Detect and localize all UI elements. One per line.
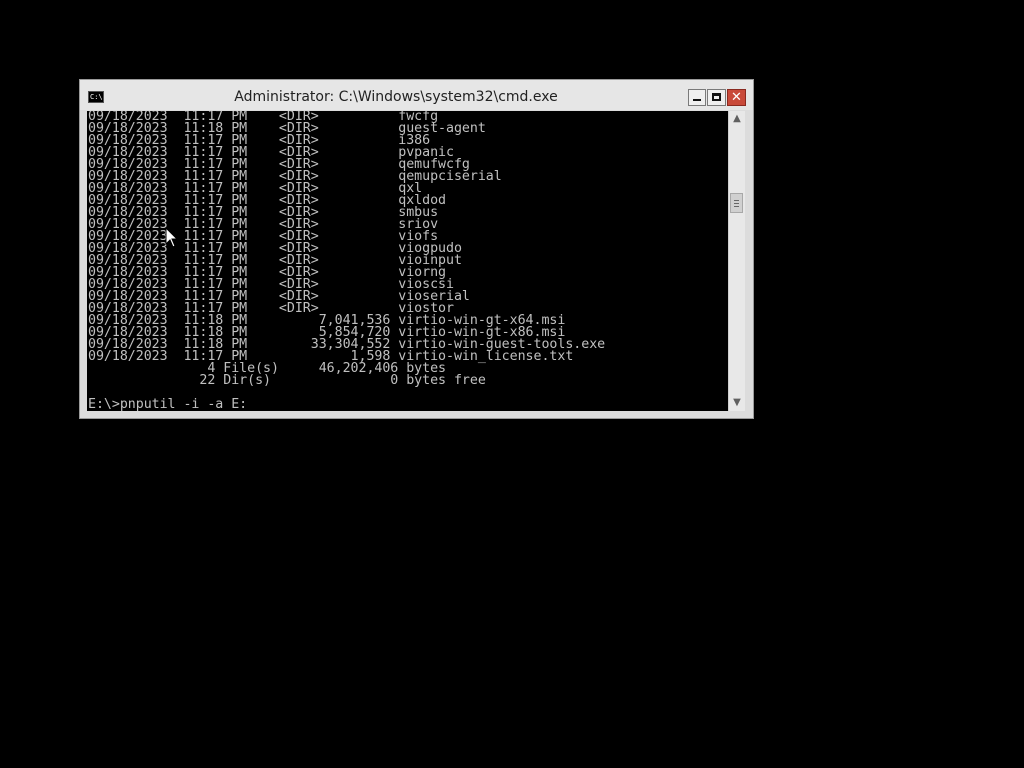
maximize-button[interactable]: [707, 89, 726, 106]
grip-icon: [734, 200, 739, 201]
console-line: E:\>pnputil -i -a E:: [88, 397, 248, 411]
minimize-icon: [693, 99, 701, 101]
console-line: 22 Dir(s) 0 bytes free: [88, 373, 486, 388]
scroll-up-arrow-icon[interactable]: ▲: [729, 111, 745, 127]
grip-icon: [734, 203, 739, 204]
console-output[interactable]: 09/18/2023 11:17 PM <DIR> fwcfg 09/18/202…: [87, 111, 728, 411]
cmd-window: C:\ Administrator: C:\Windows\system32\c…: [79, 79, 754, 419]
close-button[interactable]: ✕: [727, 89, 746, 106]
vertical-scrollbar[interactable]: ▲ ▼: [728, 111, 745, 411]
minimize-button[interactable]: [688, 89, 706, 106]
console-text: 09/18/2023 11:17 PM <DIR> fwcfg 09/18/202…: [87, 111, 728, 411]
maximize-icon: [712, 93, 721, 101]
scroll-down-arrow-icon[interactable]: ▼: [729, 395, 745, 411]
title-bar[interactable]: C:\ Administrator: C:\Windows\system32\c…: [80, 80, 753, 110]
grip-icon: [734, 206, 739, 207]
close-icon: ✕: [731, 90, 742, 105]
mouse-pointer-icon: [165, 227, 179, 248]
scrollbar-thumb[interactable]: [730, 193, 743, 213]
window-title: Administrator: C:\Windows\system32\cmd.e…: [234, 89, 558, 105]
